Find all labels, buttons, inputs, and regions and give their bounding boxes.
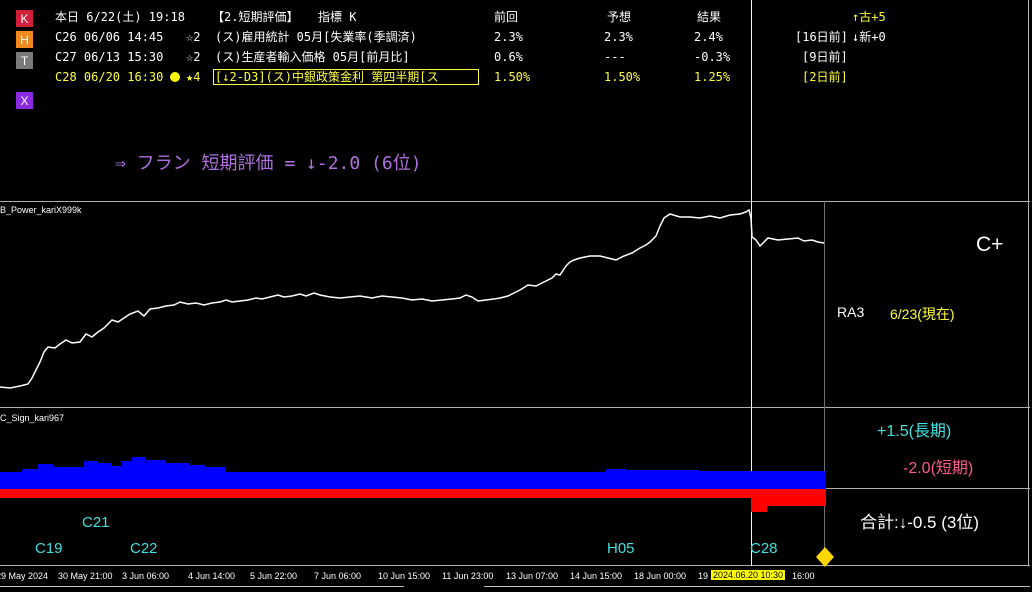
- header-today: 本日 6/22(土) 19:18: [55, 10, 185, 24]
- short-term-bar: [0, 489, 826, 498]
- power-line: [0, 208, 825, 389]
- time-tick: 30 May 21:00: [58, 571, 113, 581]
- row-result: 2.4%: [694, 30, 723, 44]
- row-forecast: ---: [604, 50, 626, 64]
- event-marker[interactable]: C28: [750, 540, 778, 557]
- row-prev: 2.3%: [494, 30, 523, 44]
- row-star: ★4: [186, 70, 201, 84]
- panel-divider: [826, 488, 1030, 489]
- panel-divider: [0, 565, 1030, 566]
- row-code: C26 06/06 14:45: [55, 30, 164, 44]
- sidebar-button-k[interactable]: K: [16, 10, 33, 27]
- button-label: H: [20, 32, 29, 47]
- time-tick: 10 Jun 15:00: [378, 571, 431, 581]
- panel-divider: [0, 407, 1030, 408]
- event-marker[interactable]: C21: [82, 514, 110, 531]
- row-prev: 0.6%: [494, 50, 523, 64]
- column-result: 結果: [697, 10, 722, 24]
- row-prev: 1.50%: [494, 70, 531, 84]
- row-name[interactable]: (ス)生産者輸入価格 05月[前月比]: [215, 47, 410, 67]
- date-label: 6/23(現在): [890, 306, 955, 322]
- time-cursor-label: 2024.06.20 10:30: [711, 570, 786, 580]
- bottom-strip: [484, 586, 1030, 587]
- time-tick: 5 Jun 22:00: [250, 571, 298, 581]
- sidebar-button-h[interactable]: H: [16, 31, 33, 48]
- row-name[interactable]: (ス)雇用統計 05月[失業率(季調済): [215, 27, 417, 47]
- current-marker-icon: [816, 547, 834, 567]
- row-star: ☆2: [186, 30, 201, 44]
- short-term-value: -2.0(短期): [903, 460, 974, 477]
- row-ago: [2日前]: [802, 70, 848, 84]
- row-result: 1.25%: [694, 70, 731, 84]
- total-value: 合計:↓-0.5 (3位): [860, 513, 980, 532]
- time-tick: 19: [698, 571, 709, 581]
- dot-icon: [170, 72, 180, 82]
- long-term-value: +1.5(長期): [877, 423, 952, 440]
- header-eval: 【2.短期評価】: [212, 10, 299, 24]
- right-border: [1028, 0, 1029, 566]
- button-label: T: [20, 53, 29, 68]
- time-tick: 18 Jun 00:00: [634, 571, 687, 581]
- time-tick: 7 Jun 06:00: [314, 571, 362, 581]
- short-term-bar: [751, 489, 767, 512]
- time-tick: 14 Jun 15:00: [570, 571, 623, 581]
- long-term-bars: [0, 457, 826, 489]
- row-ago: [9日前]: [802, 50, 848, 64]
- row-forecast: 1.50%: [604, 70, 641, 84]
- sign-panel-label: C_Sign_kari967: [0, 413, 65, 423]
- row-forecast: 2.3%: [604, 30, 633, 44]
- grade-label: C+: [976, 233, 1004, 256]
- button-label: K: [20, 11, 29, 26]
- column-prev: 前回: [494, 10, 519, 24]
- bottom-strip: [0, 586, 404, 587]
- event-marker[interactable]: H05: [607, 540, 635, 557]
- header-indicator: 指標 K: [318, 10, 357, 24]
- row-star: ☆2: [186, 50, 201, 64]
- row-code: C27 06/13 15:30: [55, 50, 164, 64]
- time-tick: 3 Jun 06:00: [122, 571, 170, 581]
- time-tick: 13 Jun 07:00: [506, 571, 559, 581]
- power-line-chart: [0, 208, 825, 389]
- sidebar-button-x[interactable]: X: [16, 92, 33, 109]
- summary-old: ↑古+5: [852, 10, 886, 24]
- time-tick: 11 Jun 23:00: [442, 571, 494, 581]
- time-tick: 16:00: [792, 571, 815, 581]
- event-marker[interactable]: C19: [35, 540, 63, 557]
- event-marker[interactable]: C22: [130, 540, 158, 557]
- summary-new: ↓新+0: [852, 30, 886, 44]
- sidebar-button-t[interactable]: T: [16, 52, 33, 69]
- row-code: C28 06/20 16:30: [55, 70, 164, 84]
- row-ago: [16日前]: [795, 30, 848, 44]
- time-tick: 4 Jun 14:00: [188, 571, 236, 581]
- column-forecast: 予想: [607, 10, 632, 24]
- ra-label: RA3: [837, 304, 865, 320]
- row-name[interactable]: [↓2-D3](ス)中銀政策金利 第四半期[ス: [213, 69, 479, 85]
- sign-histogram: [0, 457, 826, 512]
- evaluation-text: ⇒ フラン 短期評価 = ↓-2.0 (6位): [115, 153, 422, 174]
- button-label: X: [20, 93, 29, 108]
- time-tick: 29 May 2024: [0, 571, 49, 581]
- row-result: -0.3%: [694, 50, 731, 64]
